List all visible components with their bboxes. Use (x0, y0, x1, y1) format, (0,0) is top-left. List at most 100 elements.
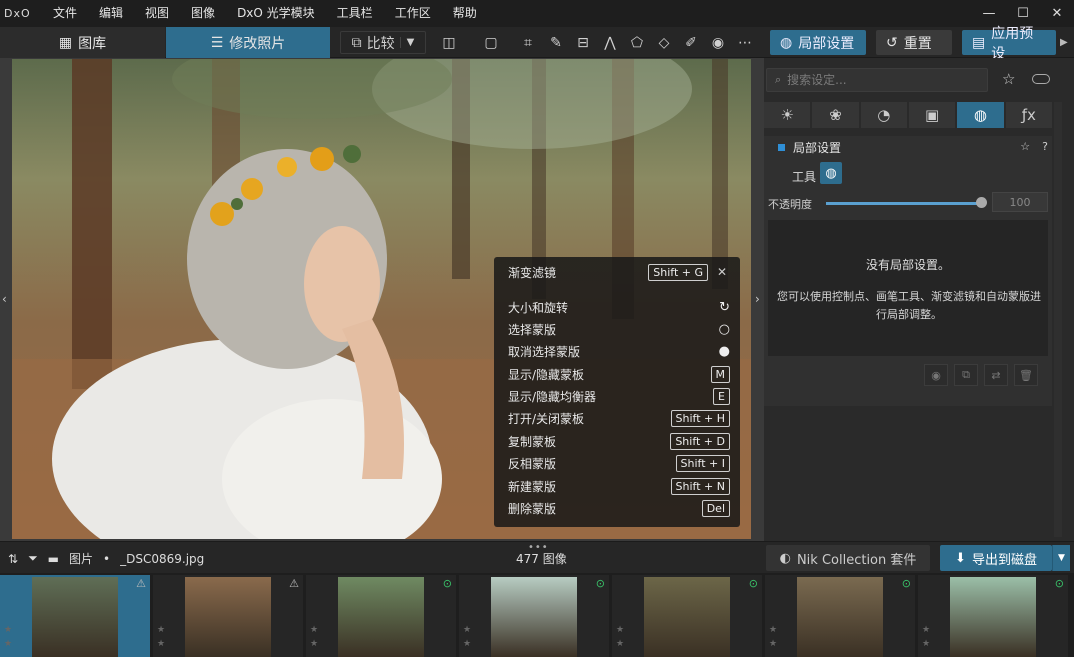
filmstrip-thumbnail[interactable]: ★ ★ ⊙ (918, 575, 1068, 657)
filmstrip-thumbnail[interactable]: ★ ★ ⊙ (765, 575, 915, 657)
menu-file[interactable]: 文件 (42, 0, 88, 27)
thumbnail-image (338, 577, 424, 657)
filmstrip-path: ⇅ ⏷ ▬ 图片 • _DSC0869.jpg (8, 550, 204, 567)
opacity-value[interactable]: 100 (992, 192, 1048, 212)
local-adjustments-button[interactable]: ◍ 局部设置 (770, 30, 866, 55)
folder-name[interactable]: 图片 (69, 550, 93, 567)
grid-overlay-icon[interactable]: ⋯ (734, 31, 756, 54)
filmstrip-thumbnail[interactable]: ★ ★ ⚠ (0, 575, 150, 657)
opacity-slider-handle[interactable] (976, 197, 987, 208)
menu-item-delete-mask[interactable]: 删除蒙版 Del (508, 498, 730, 518)
thumbnail-image (797, 577, 883, 657)
tab-color[interactable]: ❀ (812, 102, 859, 128)
filmstrip-thumbnail[interactable]: ★ ★ ⊙ (306, 575, 456, 657)
export-to-disk-button[interactable]: ⬇ 导出到磁盘 (940, 545, 1052, 571)
menu-item-select-mask[interactable]: 选择蒙版 ○ (508, 319, 730, 339)
settings-search[interactable]: ⌕ (766, 68, 988, 92)
select-cursor-icon: ○ (718, 321, 730, 337)
thumbnail-image (185, 577, 271, 657)
reset-button[interactable]: ↺ 重置 (876, 30, 952, 55)
tab-library[interactable]: ▦ 图库 (0, 27, 165, 58)
local-tool-button[interactable]: ◍ (820, 162, 842, 184)
menu-item-new-mask[interactable]: 新建蒙版 Shift + N (508, 476, 730, 496)
volume-icon[interactable]: ⬠ (626, 31, 648, 54)
tab-detail[interactable]: ◔ (860, 102, 907, 128)
filmstrip-thumbnail[interactable]: ★ ★ ⊙ (612, 575, 762, 657)
tab-local-adjustments[interactable]: ◍ (957, 102, 1004, 128)
trash-icon[interactable]: 🗑 (1014, 364, 1038, 386)
shortcut-key: M (710, 365, 730, 383)
menu-optics[interactable]: DxO 光学模块 (226, 0, 326, 27)
rating-star-icon[interactable]: ★ ★ (157, 623, 165, 651)
menu-item-gradient-filter[interactable]: 渐变滤镜 Shift + G ✕ (508, 262, 730, 282)
panel-scrollbar[interactable] (1054, 102, 1062, 537)
visibility-eye-icon[interactable]: ◉ (924, 364, 948, 386)
left-panel-arrow-icon[interactable]: ‹ (2, 292, 7, 306)
menu-workspace[interactable]: 工作区 (384, 0, 442, 27)
horizon-icon[interactable]: ⊟ (572, 31, 594, 54)
rating-star-icon[interactable]: ★ ★ (4, 623, 12, 651)
compare-button[interactable]: ⧉ 比较 ▼ (340, 31, 426, 54)
menu-item-toggle-equalizer[interactable]: 显示/隐藏均衡器 E (508, 386, 730, 406)
opacity-slider-track[interactable] (826, 202, 982, 205)
opacity-label: 不透明度 (768, 198, 812, 211)
section-header[interactable]: 局部设置 (764, 136, 1052, 158)
eye-icon[interactable]: ◉ (707, 31, 729, 54)
collapse-panel-icon[interactable]: ▶ (1060, 37, 1068, 48)
menu-toolbar[interactable]: 工具栏 (326, 0, 384, 27)
apply-preset-button[interactable]: ▤ 应用预设 (962, 26, 1056, 62)
menu-item-label: 渐变滤镜 (508, 265, 557, 280)
menu-view[interactable]: 视图 (134, 0, 180, 27)
rating-star-icon[interactable]: ★ ★ (769, 623, 777, 651)
filmstrip-thumbnail[interactable]: ★ ★ ⚠ (153, 575, 303, 657)
image-count: 477 图像 (516, 552, 567, 566)
fx-icon: ƒx (1021, 106, 1036, 124)
menu-image[interactable]: 图像 (180, 0, 226, 27)
section-star-icon[interactable]: ☆ (1020, 140, 1030, 153)
rating-star-icon[interactable]: ★ ★ (922, 623, 930, 651)
menu-edit[interactable]: 编辑 (88, 0, 134, 27)
favorite-star-icon[interactable]: ☆ (1002, 70, 1015, 88)
chevron-down-icon[interactable]: ▼ (399, 37, 414, 48)
rating-star-icon[interactable]: ★ ★ (310, 623, 318, 651)
menu-item-deselect-mask[interactable]: 取消选择蒙版 ● (508, 341, 730, 361)
menu-item-open-close-mask[interactable]: 打开/关闭蒙板 Shift + H (508, 408, 730, 428)
rating-star-icon[interactable]: ★ ★ (616, 623, 624, 651)
local-adjustments-section: 局部设置 ☆ ? 工具 ◍ 不透明度 100 没有局部设置。 您可以使用控制点、… (764, 136, 1052, 406)
copy-icon[interactable]: ⧉ (954, 364, 978, 386)
perspective-icon[interactable]: ⋀ (599, 31, 621, 54)
compare-icon: ⧉ (351, 34, 362, 51)
tab-light[interactable]: ☀ (764, 102, 811, 128)
reset-icon: ↺ (886, 34, 898, 51)
toggle-switch[interactable] (1032, 74, 1050, 84)
fullscreen-icon[interactable]: ▢ (480, 31, 502, 54)
menu-help[interactable]: 帮助 (442, 0, 488, 27)
tab-effects[interactable]: ƒx (1005, 102, 1052, 128)
split-view-icon[interactable]: ◫ (438, 31, 460, 54)
menu-item-duplicate-mask[interactable]: 复制蒙板 Shift + D (508, 431, 730, 451)
menu-bar: DxO 文件 编辑 视图 图像 DxO 光学模块 工具栏 工作区 帮助 — ☐ … (0, 0, 1074, 27)
rating-star-icon[interactable]: ★ ★ (463, 623, 471, 651)
menu-item-size-rotate[interactable]: 大小和旋转 ↻ (508, 297, 730, 317)
menu-item-toggle-mask[interactable]: 显示/隐藏蒙板 M (508, 364, 730, 384)
tab-edit-photo[interactable]: ☰ 修改照片 (166, 27, 330, 58)
close-icon[interactable]: ✕ (714, 265, 730, 279)
nik-collection-button[interactable]: ◐ Nik Collection 套件 (766, 545, 930, 571)
filter-icon[interactable]: ⏷ (28, 551, 38, 566)
help-icon[interactable]: ? (1042, 140, 1048, 153)
tab-geometry[interactable]: ▣ (908, 102, 956, 128)
sort-icon[interactable]: ⇅ (8, 552, 18, 566)
filmstrip-thumbnail[interactable]: ★ ★ ⊙ (459, 575, 609, 657)
search-input[interactable] (787, 73, 968, 87)
swap-icon[interactable]: ⇄ (984, 364, 1008, 386)
settings-panel: ⌕ ☆ ☀ ❀ ◔ ▣ ◍ ƒx 局部设置 ☆ ? 工具 ◍ 不透明度 (764, 58, 1074, 541)
repair-icon[interactable]: ✐ (680, 31, 702, 54)
transform-icon[interactable]: ◇ (653, 31, 675, 54)
right-panel-arrow-icon[interactable]: › (755, 292, 760, 306)
export-dropdown-chevron-icon[interactable]: ▼ (1052, 545, 1070, 571)
menu-item-invert-mask[interactable]: 反相蒙版 Shift + I (508, 453, 730, 473)
eyedropper-icon[interactable]: ✎ (545, 31, 567, 54)
crop-icon[interactable]: ⌗ (517, 31, 539, 54)
section-title: 局部设置 (793, 140, 842, 155)
local-adjust-icon: ◍ (825, 165, 837, 181)
